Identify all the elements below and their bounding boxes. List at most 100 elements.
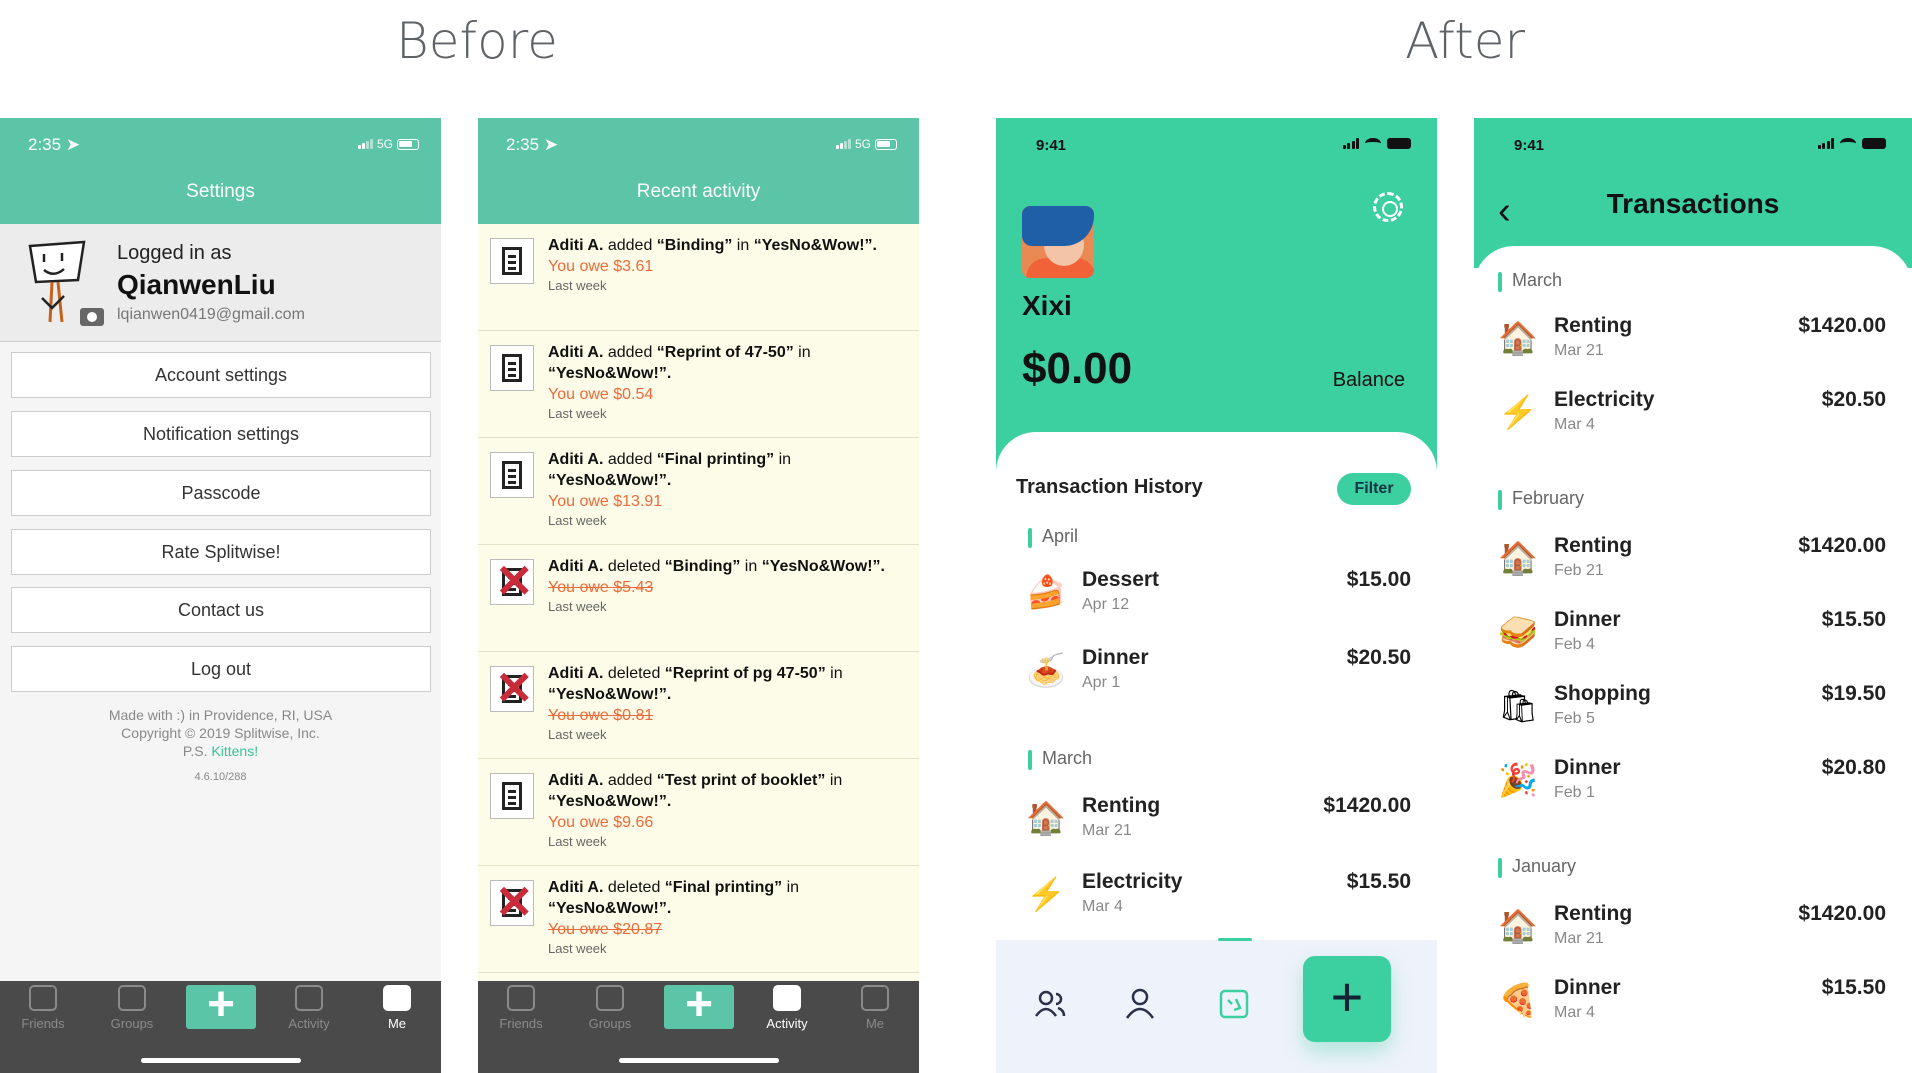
transaction-amount: $15.50 bbox=[1821, 976, 1886, 999]
activity-group: “YesNo&Wow!”. bbox=[753, 237, 877, 254]
activity-item[interactable]: Aditi A. added “Final printing” in “YesN… bbox=[478, 438, 919, 545]
activity-group: “YesNo&Wow!”. bbox=[548, 686, 672, 703]
activity-actor: Aditi A. bbox=[548, 344, 604, 361]
house-icon: 🏠 bbox=[1026, 800, 1066, 836]
transaction-row[interactable]: 🏠 Renting Mar 21 $1420.00 bbox=[1498, 312, 1886, 372]
tab-activity[interactable]: Activity bbox=[752, 985, 822, 1031]
footer-info: Made with :) in Providence, RI, USA Copy… bbox=[0, 706, 441, 786]
signal-icon bbox=[1342, 138, 1359, 149]
transactions-screen: 9:41 ‹ Transactions March 🏠 Renting Mar … bbox=[1474, 118, 1912, 1073]
transaction-row[interactable]: 🍰 Dessert Apr 12 $15.00 bbox=[1026, 566, 1411, 626]
avatar[interactable] bbox=[1022, 206, 1094, 278]
tab-me[interactable]: Me bbox=[362, 985, 432, 1031]
rate-splitwise-button[interactable]: Rate Splitwise! bbox=[11, 529, 431, 575]
transactions-list: March 🏠 Renting Mar 21 $1420.00 ⚡ Electr… bbox=[1474, 246, 1912, 1073]
battery-icon bbox=[1862, 138, 1886, 149]
transaction-amount: $15.50 bbox=[1821, 608, 1886, 631]
transaction-date: Apr 1 bbox=[1082, 674, 1121, 691]
activity-preposition: in bbox=[825, 772, 843, 789]
filter-button[interactable]: Filter bbox=[1337, 473, 1411, 505]
activity-item[interactable]: ✕ Aditi A. deleted “Binding” in “YesNo&Wo… bbox=[478, 545, 919, 652]
profile-icon[interactable] bbox=[1120, 984, 1160, 1024]
balance-label: Balance bbox=[1332, 369, 1405, 391]
transaction-row[interactable]: 🏠 Renting Mar 21 $1420.00 bbox=[1498, 900, 1886, 960]
status-bar: 9:41 bbox=[1474, 118, 1912, 168]
transaction-row[interactable]: ⚡ Electricity Mar 4 $20.50 bbox=[1498, 386, 1886, 446]
activity-item-name: “Final printing” bbox=[664, 879, 783, 896]
add-button[interactable]: + bbox=[1303, 956, 1391, 1042]
tab-groups[interactable]: Groups bbox=[575, 985, 645, 1031]
activity-group: “YesNo&Wow!”. bbox=[548, 793, 672, 810]
transaction-date: Mar 4 bbox=[1082, 898, 1123, 915]
party-icon: 🎉 bbox=[1498, 762, 1538, 798]
month-label: February bbox=[1498, 488, 1584, 510]
house-icon: 🏠 bbox=[1498, 320, 1538, 356]
receipt-icon bbox=[490, 345, 534, 391]
page-title: Recent activity bbox=[636, 181, 761, 202]
activity-item[interactable]: ✕ Aditi A. deleted “Reprint of pg 47-50” … bbox=[478, 652, 919, 759]
network-label: 5G bbox=[854, 137, 871, 151]
activity-owe: You owe $9.66 bbox=[548, 814, 654, 831]
lightning-icon: ⚡ bbox=[1498, 394, 1538, 430]
account-settings-button[interactable]: Account settings bbox=[11, 352, 431, 398]
activity-icon[interactable] bbox=[1214, 984, 1254, 1024]
activity-item[interactable]: Aditi A. added “Reprint of 47-50” in “Ye… bbox=[478, 331, 919, 438]
activity-preposition: in bbox=[774, 451, 792, 468]
activity-time: Last week bbox=[548, 727, 607, 742]
transaction-amount: $1420.00 bbox=[1798, 534, 1886, 557]
transaction-amount: $15.50 bbox=[1346, 870, 1411, 893]
transaction-row[interactable]: 🍝 Dinner Apr 1 $20.50 bbox=[1026, 644, 1411, 704]
status-time: 9:41 bbox=[1036, 137, 1067, 154]
receipt-icon bbox=[490, 238, 534, 284]
activity-item[interactable]: Aditi A. added “Binding” in “YesNo&Wow!”… bbox=[478, 224, 919, 331]
tab-activity[interactable]: Activity bbox=[274, 985, 344, 1031]
transaction-row[interactable]: 🛍 Shopping Feb 5 $19.50 bbox=[1498, 680, 1886, 740]
tab-groups[interactable]: Groups bbox=[97, 985, 167, 1031]
plus-icon: + bbox=[1330, 965, 1364, 1028]
status-bar: 9:41 bbox=[996, 118, 1437, 168]
deleted-receipt-icon: ✕ bbox=[490, 662, 534, 714]
activity-time: Last week bbox=[548, 834, 607, 849]
deleted-receipt-icon: ✕ bbox=[490, 555, 534, 607]
lightning-icon: ⚡ bbox=[1026, 876, 1066, 912]
activity-preposition: in bbox=[732, 237, 754, 254]
transaction-name: Electricity bbox=[1082, 870, 1183, 893]
notification-settings-button[interactable]: Notification settings bbox=[11, 411, 431, 457]
transaction-amount: $1420.00 bbox=[1323, 794, 1411, 817]
tab-friends[interactable]: Friends bbox=[8, 985, 78, 1031]
transaction-row[interactable]: 🏠 Renting Mar 21 $1420.00 bbox=[1026, 792, 1411, 852]
tab-me[interactable]: Me bbox=[840, 985, 910, 1031]
transaction-row[interactable]: 🥪 Dinner Feb 4 $15.50 bbox=[1498, 606, 1886, 666]
status-indicators bbox=[1342, 138, 1411, 149]
app-version: 4.6.10/288 bbox=[194, 771, 247, 783]
tab-friends[interactable]: Friends bbox=[486, 985, 556, 1031]
transaction-row[interactable]: ⚡ Electricity Mar 4 $15.50 bbox=[1026, 868, 1411, 928]
activity-header: 2:35 ➤ 5G Recent activity bbox=[478, 118, 919, 224]
transaction-row[interactable]: 🍕 Dinner Mar 4 $15.50 bbox=[1498, 974, 1886, 1034]
kittens-link[interactable]: Kittens! bbox=[211, 743, 258, 759]
footer-ps: P.S. Kittens! bbox=[182, 743, 259, 759]
contact-us-button[interactable]: Contact us bbox=[11, 587, 431, 633]
log-out-button[interactable]: Log out bbox=[11, 646, 431, 692]
battery-icon bbox=[875, 138, 897, 150]
transaction-date: Feb 21 bbox=[1554, 562, 1604, 579]
activity-item-name: “Reprint of 47-50” bbox=[656, 344, 794, 361]
gear-icon[interactable] bbox=[1373, 192, 1403, 222]
activity-preposition: in bbox=[782, 879, 800, 896]
add-expense-button[interactable]: + bbox=[664, 981, 734, 1029]
add-expense-button[interactable]: + bbox=[186, 981, 256, 1029]
passcode-button[interactable]: Passcode bbox=[11, 470, 431, 516]
transaction-row[interactable]: 🏠 Renting Feb 21 $1420.00 bbox=[1498, 532, 1886, 592]
plus-icon: + bbox=[206, 978, 236, 1031]
activity-preposition: in bbox=[825, 665, 843, 682]
friends-icon[interactable] bbox=[1030, 984, 1070, 1024]
activity-text: Aditi A. added “Final printing” in “YesN… bbox=[548, 449, 901, 529]
activity-text: Aditi A. added “Reprint of 47-50” in “Ye… bbox=[548, 342, 901, 422]
activity-text: Aditi A. deleted “Final printing” in “Ye… bbox=[548, 877, 901, 957]
avatar[interactable] bbox=[22, 240, 106, 330]
activity-text: Aditi A. added “Test print of booklet” i… bbox=[548, 770, 901, 850]
transaction-row[interactable]: 🎉 Dinner Feb 1 $20.80 bbox=[1498, 754, 1886, 814]
home-screen: 9:41 Xixi $0.00 Balance Transaction Hist… bbox=[996, 118, 1437, 1073]
activity-item[interactable]: ✕ Aditi A. deleted “Final printing” in “Y… bbox=[478, 866, 919, 973]
activity-item[interactable]: Aditi A. added “Test print of booklet” i… bbox=[478, 759, 919, 866]
